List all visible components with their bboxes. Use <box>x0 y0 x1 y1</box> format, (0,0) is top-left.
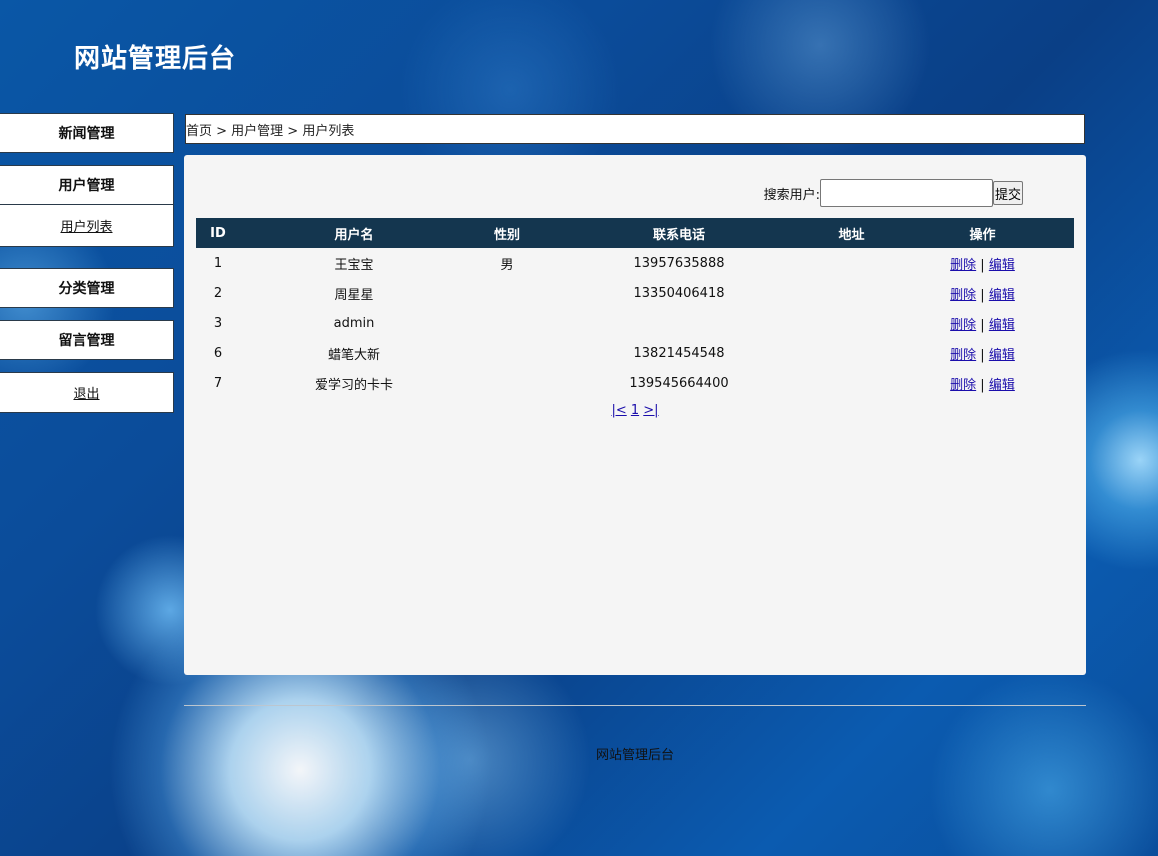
table-row: 6 蜡笔大新 13821454548 删除 | 编辑 <box>196 338 1074 368</box>
sidebar-item-messages[interactable]: 留言管理 <box>0 320 174 360</box>
cell-id: 2 <box>213 285 223 301</box>
sidebar-group-users: 用户管理 用户列表 <box>0 165 174 247</box>
column-header-phone: 联系电话 <box>652 227 705 243</box>
footer-divider <box>184 705 1086 706</box>
cell-username: admin <box>333 315 375 331</box>
cell-gender <box>468 278 546 308</box>
action-separator: | <box>980 257 985 273</box>
sidebar-subitem-user-list[interactable]: 用户列表 <box>0 205 174 247</box>
cell-actions: 删除 | 编辑 <box>891 338 1074 368</box>
table-row: 2 周星星 13350406418 删除 | 编辑 <box>196 278 1074 308</box>
cell-address <box>812 368 891 398</box>
sidebar-item-users[interactable]: 用户管理 <box>0 165 174 205</box>
breadcrumb: 首页 > 用户管理 > 用户列表 <box>185 114 1085 144</box>
logout-link[interactable]: 退出 <box>0 372 174 413</box>
first-page-link[interactable]: |< <box>611 403 626 418</box>
column-header-gender: 性别 <box>493 227 520 243</box>
cell-address <box>812 248 891 278</box>
cell-username: 王宝宝 <box>334 257 374 273</box>
cell-id: 1 <box>213 255 223 271</box>
table-row: 7 爱学习的卡卡 139545664400 删除 | 编辑 <box>196 368 1074 398</box>
cell-username: 周星星 <box>334 287 374 303</box>
action-separator: | <box>980 317 985 333</box>
cell-phone: 13821454548 <box>633 345 725 361</box>
sidebar-item-news[interactable]: 新闻管理 <box>0 113 174 153</box>
submit-button[interactable]: 提交 <box>992 181 1023 205</box>
cell-gender <box>468 338 546 368</box>
cell-gender <box>468 368 546 398</box>
sidebar-item-category[interactable]: 分类管理 <box>0 268 174 308</box>
column-header-id: ID <box>210 225 226 241</box>
action-separator: | <box>980 377 985 393</box>
edit-link[interactable]: 编辑 <box>989 348 1015 363</box>
table-row: 1 王宝宝 男 13957635888 删除 | 编辑 <box>196 248 1074 278</box>
sidebar: 新闻管理 用户管理 用户列表 分类管理 留言管理 退出 <box>0 113 174 425</box>
cell-actions: 删除 | 编辑 <box>891 248 1074 278</box>
cell-username: 爱学习的卡卡 <box>314 377 393 393</box>
cell-phone: 13350406418 <box>633 285 725 301</box>
delete-link[interactable]: 删除 <box>950 288 976 303</box>
cell-username: 蜡笔大新 <box>327 347 380 363</box>
site-title: 网站管理后台 <box>74 44 237 74</box>
column-header-username: 用户名 <box>334 227 374 243</box>
delete-link[interactable]: 删除 <box>950 258 976 273</box>
cell-actions: 删除 | 编辑 <box>891 368 1074 398</box>
page-1-link[interactable]: 1 <box>631 403 639 418</box>
cell-id: 6 <box>213 345 223 361</box>
cell-gender: 男 <box>500 257 514 273</box>
cell-address <box>812 308 891 338</box>
cell-phone: 13957635888 <box>633 255 725 271</box>
delete-link[interactable]: 删除 <box>950 318 976 333</box>
action-separator: | <box>980 287 985 303</box>
cell-address <box>812 278 891 308</box>
edit-link[interactable]: 编辑 <box>989 288 1015 303</box>
edit-link[interactable]: 编辑 <box>989 258 1015 273</box>
search-input[interactable] <box>819 179 993 207</box>
search-label: 搜索用户: <box>763 187 820 203</box>
cell-phone: 139545664400 <box>629 375 729 391</box>
table-header-row: ID 用户名 性别 联系电话 地址 操作 <box>196 218 1074 248</box>
delete-link[interactable]: 删除 <box>950 348 976 363</box>
edit-link[interactable]: 编辑 <box>989 378 1015 393</box>
cell-address <box>812 338 891 368</box>
user-table: ID 用户名 性别 联系电话 地址 操作 1 王宝宝 男 13957635888… <box>196 218 1074 398</box>
cell-id: 7 <box>213 375 223 391</box>
search-bar: 搜索用户: 提交 <box>764 179 1023 207</box>
pagination: |< 1 >| <box>184 403 1086 418</box>
last-page-link[interactable]: >| <box>643 403 658 418</box>
edit-link[interactable]: 编辑 <box>989 318 1015 333</box>
cell-actions: 删除 | 编辑 <box>891 278 1074 308</box>
column-header-actions: 操作 <box>969 227 996 243</box>
cell-gender <box>468 308 546 338</box>
content-panel: 搜索用户: 提交 ID 用户名 性别 联系电话 地址 操作 1 王宝宝 男 13… <box>184 155 1086 675</box>
footer-text: 网站管理后台 <box>595 748 674 763</box>
cell-id: 3 <box>213 315 223 331</box>
column-header-address: 地址 <box>838 227 865 243</box>
delete-link[interactable]: 删除 <box>950 378 976 393</box>
table-row: 3 admin 删除 | 编辑 <box>196 308 1074 338</box>
action-separator: | <box>980 347 985 363</box>
cell-actions: 删除 | 编辑 <box>891 308 1074 338</box>
cell-phone <box>546 308 812 338</box>
